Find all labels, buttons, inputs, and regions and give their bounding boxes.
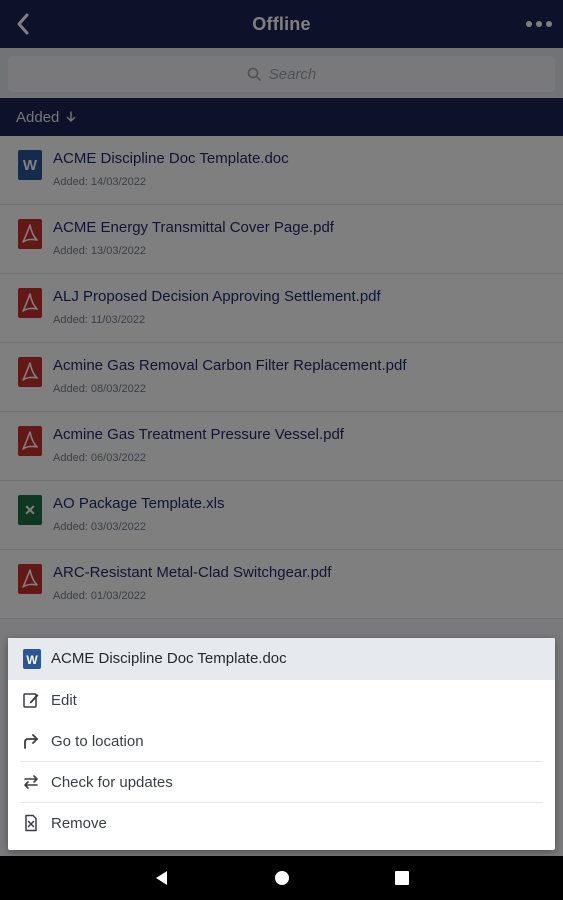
nav-back-icon[interactable] xyxy=(152,868,172,888)
edit-action[interactable]: Edit xyxy=(8,680,555,721)
remove-file-icon xyxy=(25,814,37,832)
svg-text:W: W xyxy=(26,653,38,667)
file-actions-sheet: W ACME Discipline Doc Template.doc Edit … xyxy=(8,638,555,850)
remove-label: Remove xyxy=(51,815,107,832)
go-to-location-icon xyxy=(24,734,38,749)
sync-icon xyxy=(24,775,38,789)
nav-home-icon[interactable] xyxy=(272,868,292,888)
go-to-location-action[interactable]: Go to location xyxy=(8,721,555,762)
check-for-updates-label: Check for updates xyxy=(51,774,173,791)
selected-file-name: ACME Discipline Doc Template.doc xyxy=(51,650,287,667)
word-file-icon: W xyxy=(23,649,41,669)
selected-file-header: W ACME Discipline Doc Template.doc xyxy=(8,638,555,680)
edit-label: Edit xyxy=(51,692,77,709)
system-navigation-bar xyxy=(0,856,563,900)
nav-recents-icon[interactable] xyxy=(392,868,412,888)
remove-action[interactable]: Remove xyxy=(8,803,555,844)
go-to-location-label: Go to location xyxy=(51,733,144,750)
edit-icon xyxy=(23,693,39,708)
check-for-updates-action[interactable]: Check for updates xyxy=(8,762,555,803)
